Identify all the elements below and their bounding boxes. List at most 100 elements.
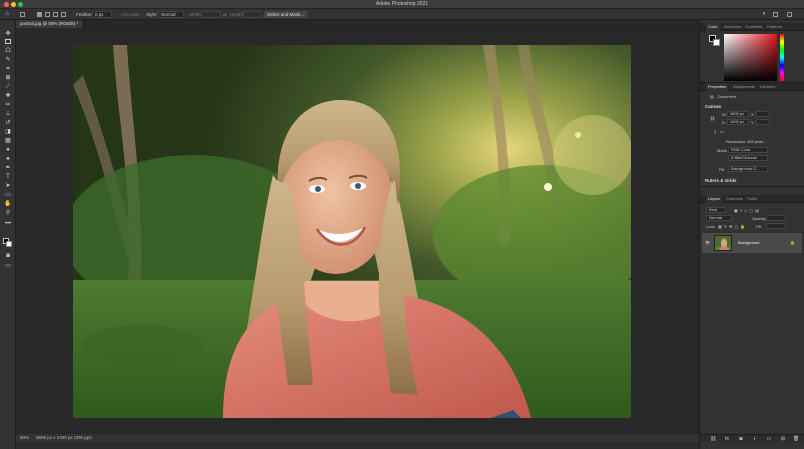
app-title: Adobe Photoshop 2021 [375, 1, 429, 7]
history-brush-tool-icon[interactable]: ↺ [4, 120, 12, 126]
opacity-input[interactable] [766, 215, 786, 221]
tab-layers[interactable]: Layers [706, 195, 723, 203]
home-icon[interactable]: ⌂ [3, 11, 11, 17]
quick-selection-tool-icon[interactable]: ✎ [4, 57, 12, 63]
add-mask-icon[interactable]: ◙ [738, 436, 744, 442]
zoom-level[interactable]: 50% [20, 434, 29, 442]
fill-input[interactable] [766, 223, 786, 229]
style-select[interactable]: Normal [158, 11, 184, 18]
layer-background[interactable]: 👁 Background 🔒 [702, 233, 802, 253]
tab-swatches[interactable]: Swatches [722, 23, 743, 31]
tab-adjustments[interactable]: Adjustments [731, 83, 757, 91]
canvas-section-title[interactable]: Canvas [705, 104, 721, 109]
document-tab[interactable]: portrait.jpg @ 50% (RGB/8) * [16, 20, 83, 28]
frame-tool-icon[interactable]: ⊠ [4, 75, 12, 81]
rulers-grids-section-title[interactable]: Rulers & Grids [705, 178, 737, 183]
workspace-icon[interactable] [773, 12, 778, 17]
eraser-tool-icon[interactable]: ◨ [4, 129, 12, 135]
new-group-icon[interactable]: ▭ [766, 436, 772, 442]
swap-dimensions-icon[interactable]: ⇄ [223, 11, 227, 18]
hue-slider[interactable] [780, 34, 784, 81]
quick-mask-icon[interactable]: ◙ [4, 253, 12, 259]
properties-panel-tabs: Properties Adjustments Libraries [700, 83, 804, 91]
tab-libraries[interactable]: Libraries [758, 83, 777, 91]
canvas-height-input[interactable]: 2400 px [727, 119, 749, 125]
width-label: Width: [189, 12, 202, 17]
rectangle-tool-icon[interactable]: ▭ [4, 192, 12, 198]
share-icon[interactable] [787, 12, 792, 17]
link-dimensions-icon[interactable]: ⛓ [710, 116, 715, 121]
background-color-swatch[interactable] [6, 241, 12, 247]
feather-input[interactable]: 0 px [92, 11, 112, 18]
height-label: H [722, 120, 725, 125]
tab-paths[interactable]: Paths [745, 195, 759, 203]
select-and-mask-button[interactable]: Select and Mask... [264, 11, 308, 18]
layer-filter-kind[interactable]: Kind [706, 207, 726, 213]
link-layers-icon[interactable]: ⛓ [710, 436, 716, 442]
canvas-area[interactable] [16, 28, 699, 434]
delete-layer-icon[interactable]: 🗑 [793, 436, 799, 442]
clone-stamp-tool-icon[interactable]: ⊥ [4, 111, 12, 117]
document-tabs: portrait.jpg @ 50% (RGB/8) * [16, 20, 699, 28]
spot-healing-tool-icon[interactable]: ✚ [4, 93, 12, 99]
orientation-portrait-icon[interactable]: ▯ [714, 129, 716, 134]
canvas-x-input[interactable] [756, 111, 770, 117]
canvas-width-input[interactable]: 3600 px [727, 111, 749, 117]
blend-mode-select[interactable]: Normal [706, 215, 732, 221]
width-input[interactable] [201, 11, 221, 18]
path-selection-tool-icon[interactable]: ➤ [4, 183, 12, 189]
lock-icons[interactable]: ▦✎✥▢🔒 [718, 224, 747, 229]
layer-filter-icons[interactable]: ▣T◇▢▤ [734, 208, 761, 213]
y-label: Y [751, 120, 754, 125]
fill-select[interactable]: Background C... [728, 166, 768, 172]
rect-marquee-tool-icon[interactable] [5, 39, 11, 44]
pen-tool-icon[interactable]: ✒ [4, 165, 12, 171]
hand-tool-icon[interactable]: ✋ [4, 201, 12, 207]
status-bar: 50% 3600 px x 2400 px (300 ppi) [16, 434, 699, 442]
dodge-tool-icon[interactable]: ♠ [4, 156, 12, 162]
blur-tool-icon[interactable]: ● [4, 147, 12, 153]
layer-style-icon[interactable]: fx [724, 436, 730, 442]
tab-patterns[interactable]: Patterns [765, 23, 784, 31]
tab-gradients[interactable]: Gradients [743, 23, 764, 31]
layer-name[interactable]: Background [738, 240, 759, 245]
document-icon: ▤ [710, 94, 714, 99]
visibility-eye-icon[interactable]: 👁 [705, 240, 710, 245]
tab-channels[interactable]: Channels [724, 195, 745, 203]
adjustment-layer-icon[interactable]: ◐ [752, 436, 758, 442]
color-mode-select[interactable]: RGB Color [728, 147, 768, 153]
intersect-selection-icon[interactable] [61, 12, 66, 17]
bg-color-chip[interactable] [713, 39, 720, 46]
tab-color[interactable]: Color [706, 23, 720, 31]
canvas-y-input[interactable] [756, 119, 770, 125]
antialias-checkbox[interactable]: Anti-alias [121, 11, 140, 18]
bit-depth-select[interactable]: 8 Bits/Channel [728, 155, 768, 161]
color-picker-field[interactable] [724, 34, 777, 81]
document-label: Document [718, 94, 737, 99]
layer-thumbnail [714, 235, 732, 251]
search-icon[interactable]: ⌕ [760, 11, 768, 17]
zoom-tool-icon[interactable]: ⚲ [4, 210, 12, 216]
document-image[interactable] [73, 45, 631, 418]
document-info[interactable]: 3600 px x 2400 px (300 ppi) [36, 434, 92, 442]
panels-dock: Color Swatches Gradients Patterns Proper… [699, 20, 804, 449]
new-layer-icon[interactable]: ⊞ [780, 436, 786, 442]
rect-marquee-preset-icon[interactable] [20, 12, 25, 17]
gradient-tool-icon[interactable]: ▦ [4, 138, 12, 144]
subtract-selection-icon[interactable] [53, 12, 58, 17]
edit-toolbar-icon[interactable]: ••• [4, 221, 12, 227]
layer-lock-icon: 🔒 [790, 240, 795, 245]
eyedropper-tool-icon[interactable]: ⟋ [4, 84, 12, 90]
crop-tool-icon[interactable]: ⌗ [4, 66, 12, 72]
lasso-tool-icon[interactable]: ᗝ [4, 48, 12, 54]
new-selection-icon[interactable] [37, 12, 42, 17]
move-tool-icon[interactable]: ✥ [4, 31, 12, 37]
layers-panel-tabs: Layers Channels Paths [700, 195, 804, 203]
tab-properties[interactable]: Properties [706, 83, 729, 91]
screen-mode-icon[interactable]: ▭ [4, 263, 12, 269]
add-selection-icon[interactable] [45, 12, 50, 17]
height-input[interactable] [243, 11, 261, 18]
type-tool-icon[interactable]: T [4, 174, 12, 180]
orientation-landscape-icon[interactable]: ▭ [720, 129, 724, 134]
brush-tool-icon[interactable]: ✏ [4, 102, 12, 108]
